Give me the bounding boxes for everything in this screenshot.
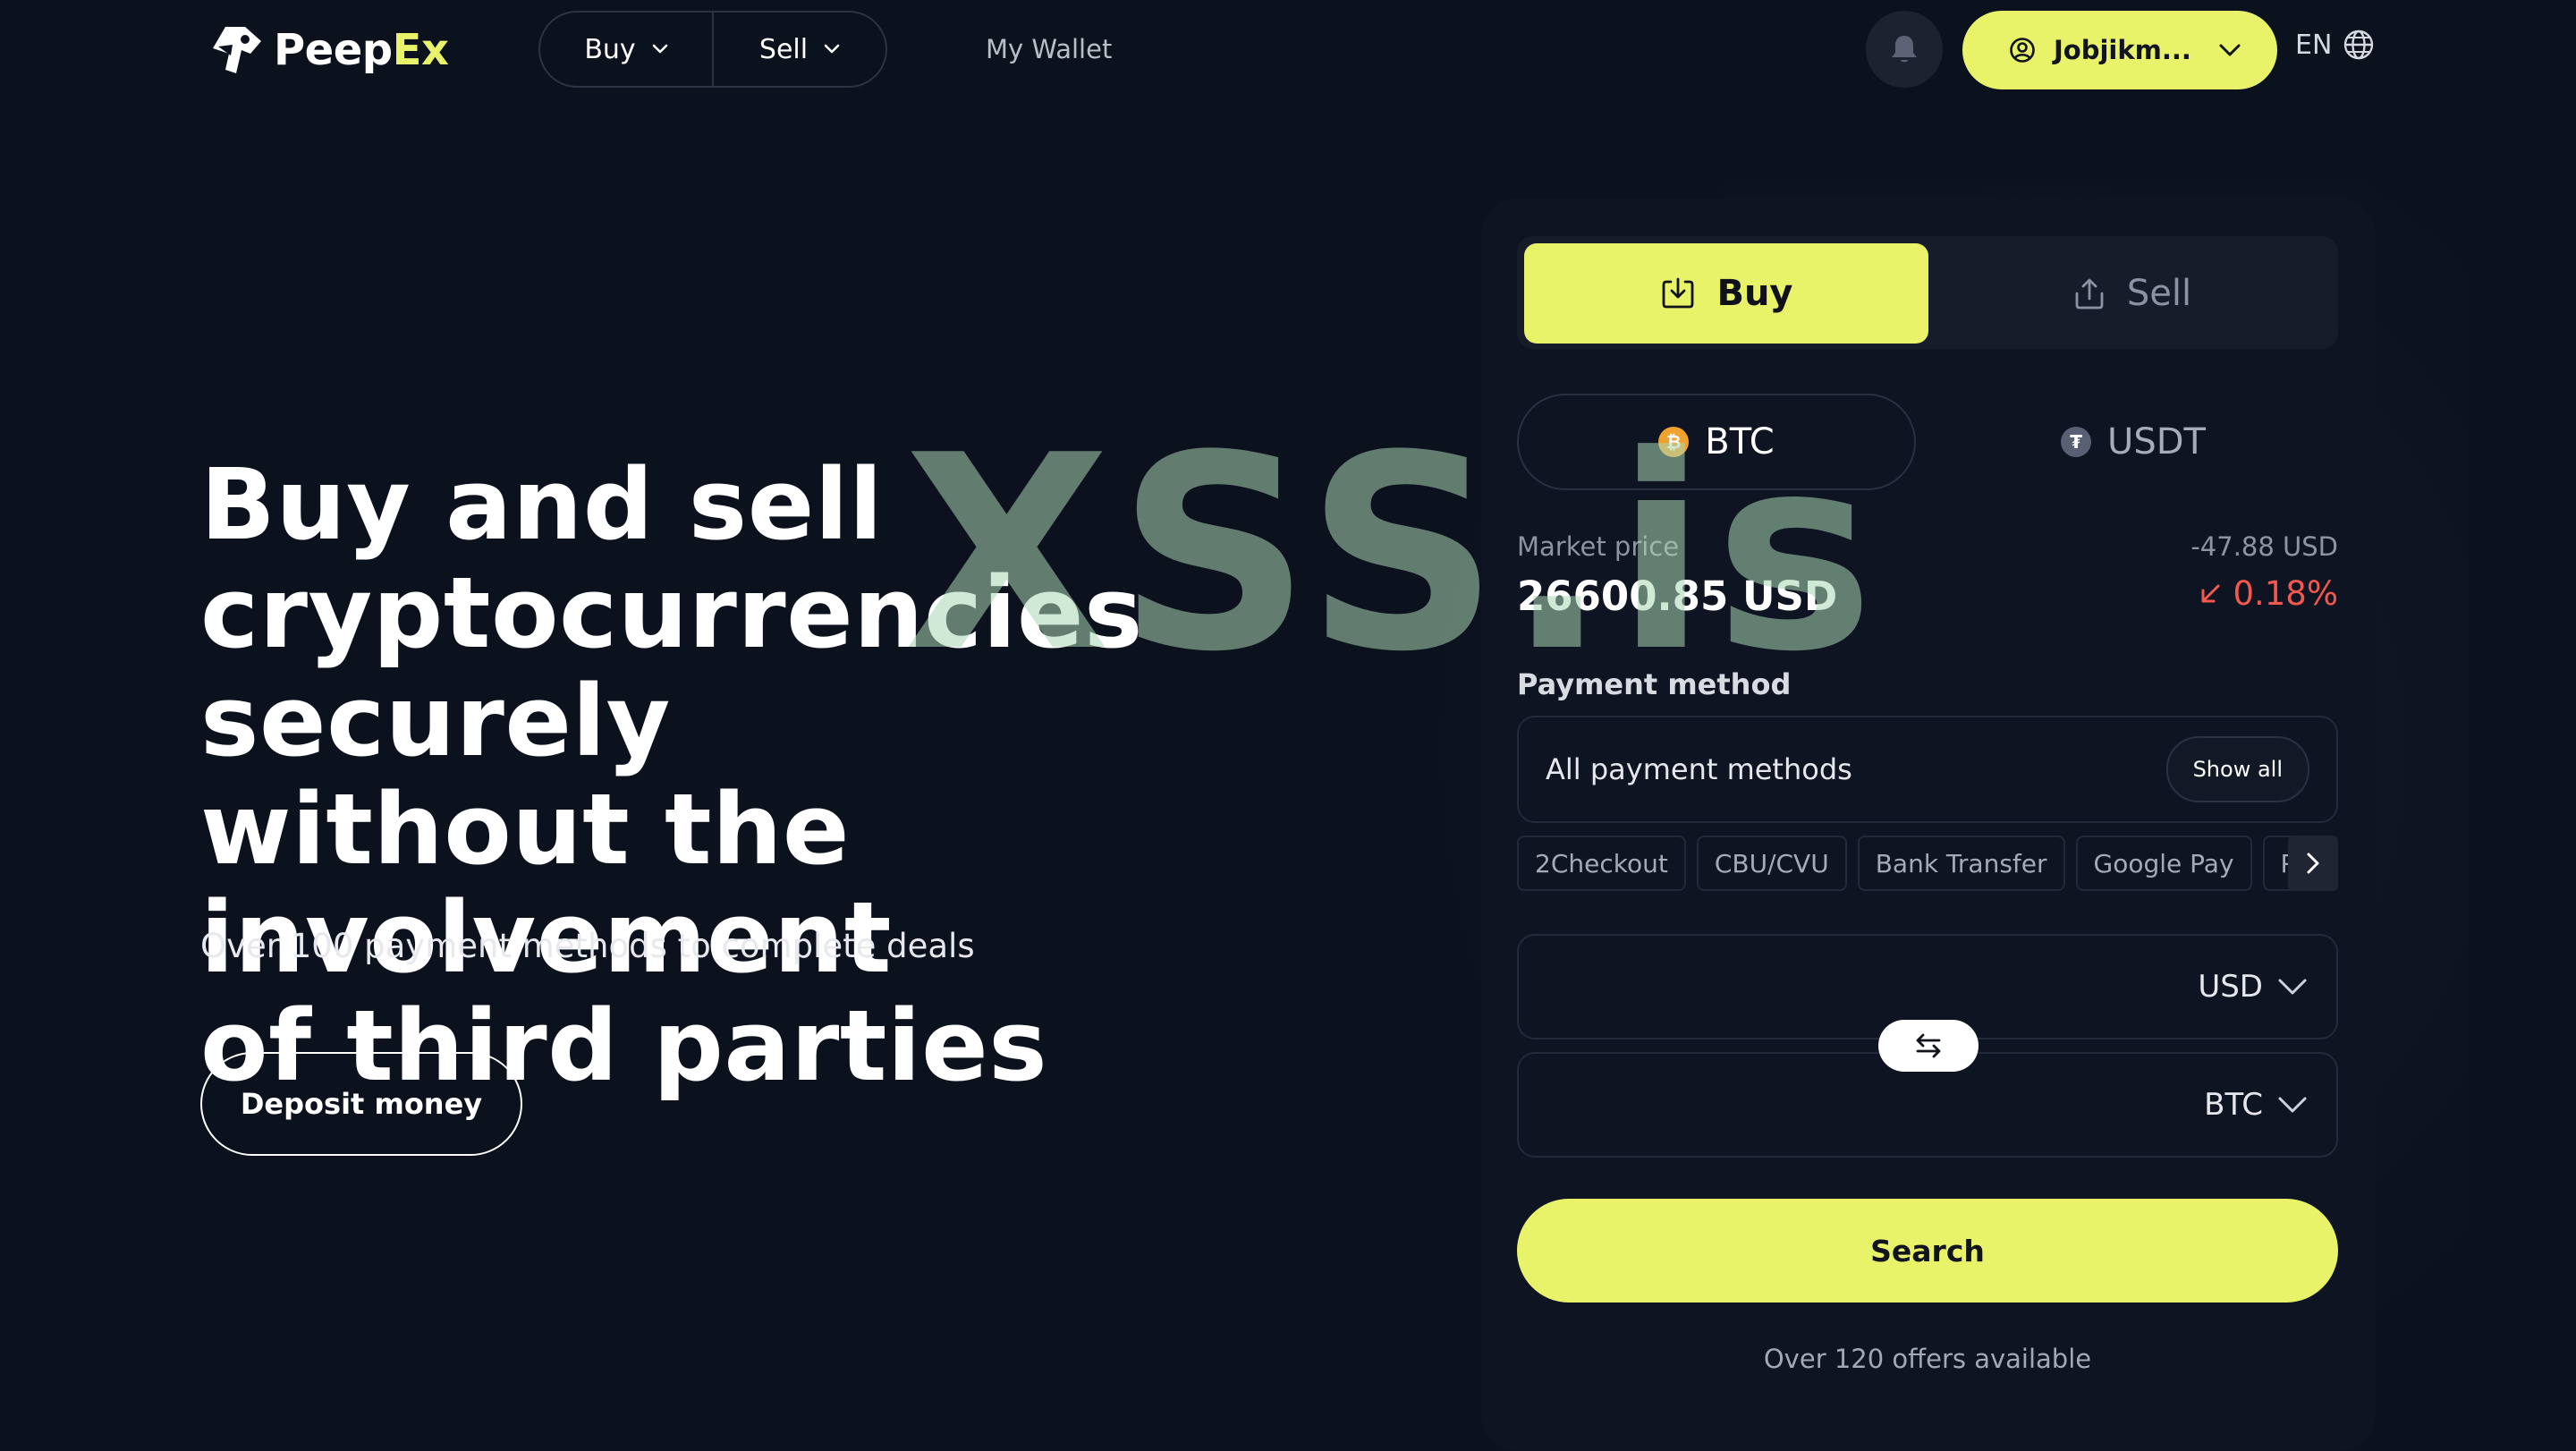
deposit-money-button[interactable]: Deposit money [200,1052,522,1156]
payment-chip[interactable]: 2Checkout [1517,836,1686,891]
arrow-down-left-icon [2201,584,2220,602]
bell-icon [1892,36,1917,63]
market-price-value: 26600.85 USD [1517,573,1838,620]
hero-title-line: cryptocurrencies securely [200,556,1143,778]
swap-arrows-icon [1916,1033,1941,1058]
payment-chip[interactable]: CBU/CVU [1696,836,1847,891]
payment-method-value: All payment methods [1546,752,1852,786]
chevron-down-icon [824,44,840,54]
market-price-label: Market price [1517,531,1680,562]
hero-title: Buy and sell cryptocurrencies securely w… [200,451,1453,1100]
payment-chips: 2Checkout CBU/CVU Bank Transfer Google P… [1517,836,2338,891]
show-all-button[interactable]: Show all [2165,736,2309,802]
chips-next-button[interactable] [2288,836,2338,891]
user-menu-button[interactable]: Jobjikm... [1962,11,2277,89]
market-price-percent: 0.18% [2182,574,2338,613]
logo[interactable]: PeepEx [206,23,449,77]
coin-btc-label: BTC [1705,421,1775,462]
payment-method-select[interactable]: All payment methods Show all [1517,716,2338,823]
nav-buy-dropdown[interactable]: Buy [540,13,712,86]
user-circle-icon [2010,38,2035,63]
logo-mark-icon [213,27,261,73]
download-icon [1663,277,1694,309]
nav-sell-label: Sell [758,33,809,65]
my-wallet-link[interactable]: My Wallet [986,34,1112,64]
coin-usdt-tab[interactable]: ₮ USDT [1928,394,2338,490]
tab-sell[interactable]: Sell [1930,243,2333,344]
trade-nav: Buy Sell [538,11,887,88]
coin-btc-tab[interactable]: ₿ BTC [1517,394,1916,490]
language-switcher[interactable]: EN [2295,29,2375,61]
language-code: EN [2295,29,2333,61]
chevron-down-icon[interactable] [2277,1096,2308,1114]
notifications-button[interactable] [1866,11,1943,88]
tab-buy[interactable]: Buy [1524,243,1928,344]
brand-name: PeepEx [274,25,449,75]
tab-buy-label: Buy [1716,273,1793,314]
bitcoin-icon: ₿ [1658,427,1690,457]
chevron-down-icon[interactable] [2277,978,2308,996]
user-name: Jobjikm... [2054,35,2191,65]
chevron-down-icon [652,44,667,54]
tether-icon: ₮ [2061,427,2092,457]
offers-available-text: Over 120 offers available [1763,1344,2092,1374]
market-price-change: -47.88 USD [2190,531,2338,562]
chevron-down-icon [2219,44,2241,56]
swap-button[interactable] [1878,1020,1979,1072]
upload-icon [2075,278,2104,310]
payment-chip[interactable]: Bank Transfer [1857,836,2065,891]
payment-method-label: Payment method [1517,667,1792,701]
fiat-currency: USD [2198,969,2263,1005]
coin-usdt-label: USDT [2107,421,2206,462]
crypto-currency: BTC [2204,1087,2263,1123]
percent-value: 0.18% [2233,574,2338,613]
search-button[interactable]: Search [1517,1199,2338,1303]
globe-icon [2344,30,2374,60]
tab-sell-label: Sell [2126,273,2192,314]
hero-subtitle: Over 100 payment methods to complete dea… [200,927,975,965]
nav-sell-dropdown[interactable]: Sell [712,13,886,86]
payment-chip[interactable]: Google Pay [2075,836,2252,891]
chevron-right-icon [2307,853,2319,874]
nav-buy-label: Buy [584,33,636,65]
hero-title-line: Buy and sell [200,447,884,562]
